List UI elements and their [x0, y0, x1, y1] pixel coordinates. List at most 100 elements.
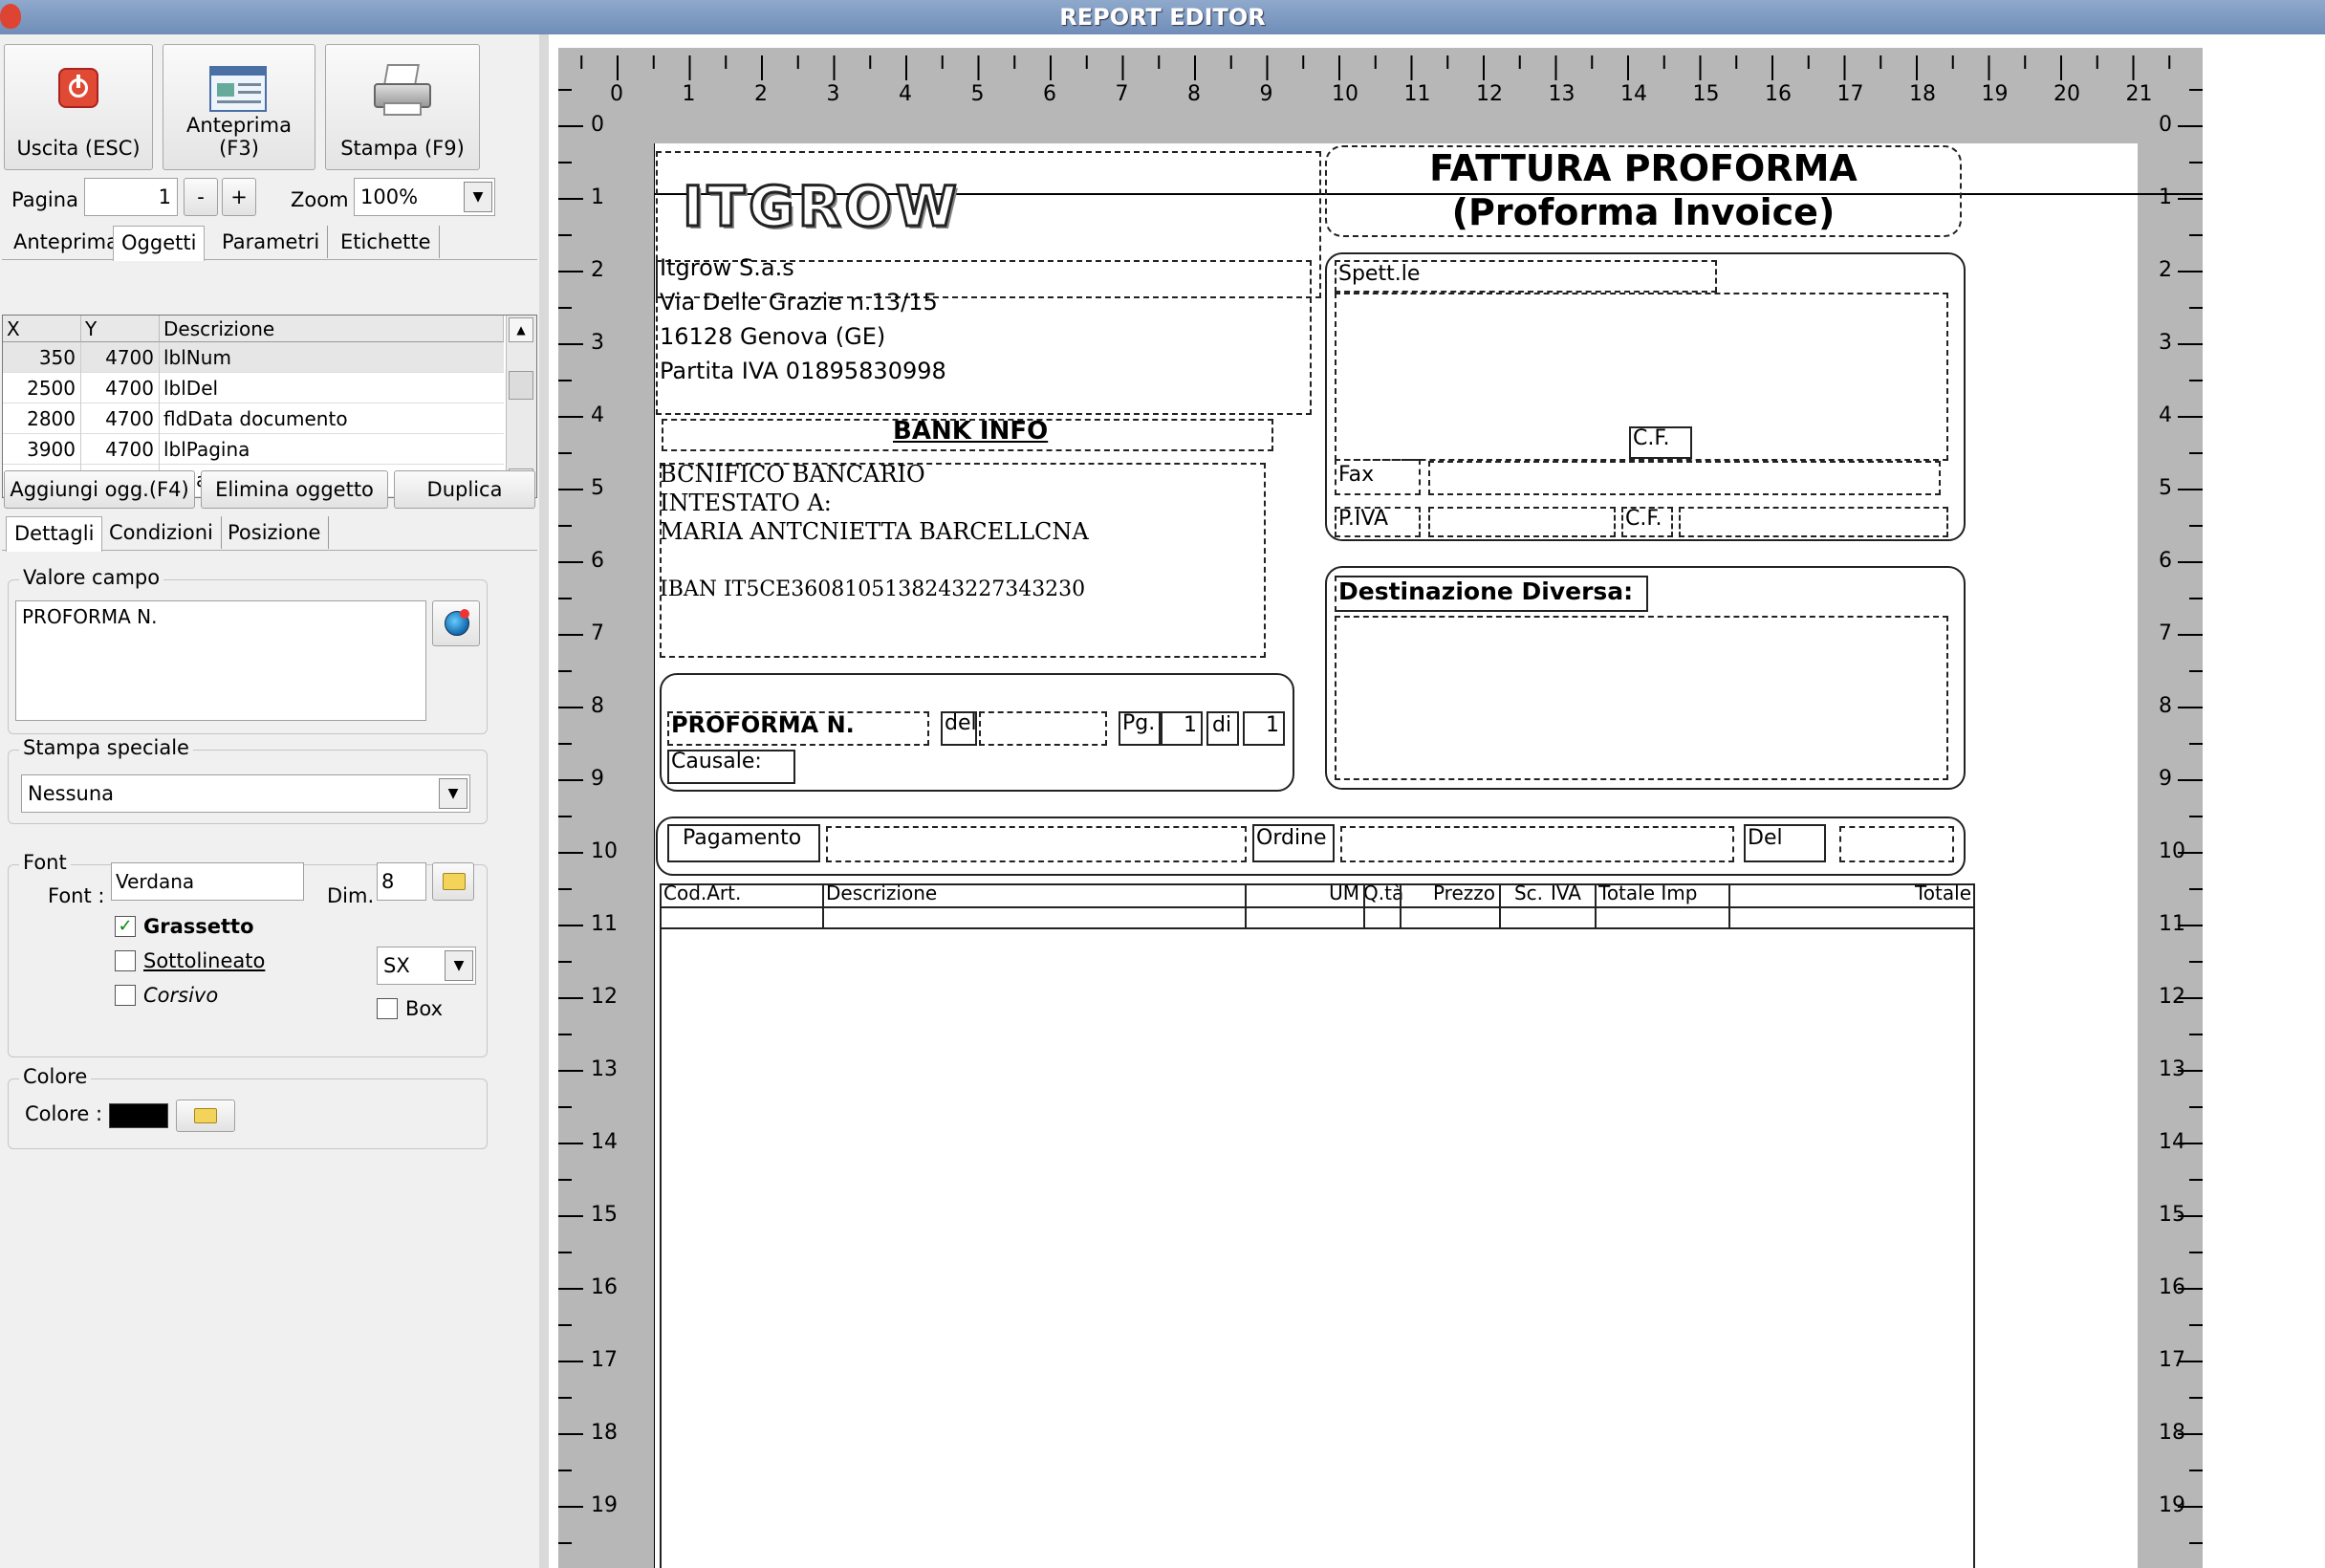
color-swatch[interactable] [109, 1103, 168, 1128]
causale-label: Causale: [671, 750, 762, 773]
items-table[interactable] [660, 883, 1975, 1568]
column-divider [1595, 883, 1597, 929]
color-label: Colore : [25, 1102, 103, 1125]
field-value-textarea[interactable]: PROFORMA N. [15, 600, 426, 721]
ruler-label: 8 [591, 694, 604, 718]
add-object-button[interactable]: Aggiungi ogg.(F4) [4, 470, 195, 509]
ruler-label: 1 [682, 82, 696, 106]
tab-etichette[interactable]: Etichette [333, 226, 440, 258]
page-next-button[interactable]: + [222, 178, 256, 216]
column-divider [1400, 883, 1402, 929]
font-name-input[interactable]: Verdana [111, 862, 304, 901]
ruler-label: 8 [1187, 82, 1201, 106]
ruler-label: 11 [2159, 912, 2185, 936]
destination-label: Destinazione Diversa: [1338, 577, 1634, 605]
ruler-label: 19 [2159, 1493, 2185, 1517]
checkmark-icon: ✓ [115, 916, 136, 937]
ruler-label: 18 [2159, 1421, 2185, 1445]
globe-icon[interactable] [432, 600, 480, 646]
document-title: FATTURA PROFORMA [1429, 147, 1858, 189]
ruler-label: 0 [2159, 113, 2172, 137]
scroll-up-icon[interactable]: ▲ [509, 317, 533, 342]
preview-button[interactable]: Anteprima (F3) [163, 44, 315, 170]
scroll-thumb[interactable] [509, 371, 533, 400]
ruler-label: 3 [2159, 331, 2172, 355]
delete-object-button[interactable]: Elimina oggetto [201, 470, 388, 509]
print-button[interactable]: Stampa (F9) [325, 44, 480, 170]
ruler-label: 9 [1259, 82, 1273, 106]
zoom-value: 100% [360, 185, 419, 208]
folder-icon[interactable] [432, 862, 474, 901]
color-title: Colore [19, 1065, 92, 1088]
company-city: 16128 Genova (GE) [660, 323, 886, 350]
tab-oggetti[interactable]: Oggetti [113, 226, 206, 261]
ruler-label: 18 [1909, 82, 1936, 106]
tab-posizione[interactable]: Posizione [220, 516, 330, 549]
total-pages-field[interactable]: 1 [1243, 711, 1285, 746]
fax-label: Fax [1338, 463, 1375, 487]
design-canvas[interactable]: 0 1 2 3 4 5 6 7 8 9 10 11 12 13 14 15 16 17 18 19 20 21 0 0 1 1 2 2… [558, 34, 2325, 1568]
tab-anteprima[interactable]: Anteprima [6, 226, 127, 258]
cf2-label: C.F. [1625, 507, 1662, 531]
zoom-label: Zoom [291, 188, 349, 211]
tab-parametri[interactable]: Parametri [214, 226, 329, 258]
fax-field[interactable] [1428, 461, 1941, 495]
di-label[interactable]: di [1206, 711, 1239, 746]
bank-title: BANK INFO [893, 417, 1049, 446]
cf2-field[interactable] [1679, 507, 1948, 537]
column-divider [1363, 883, 1365, 929]
ruler-label: 17 [1836, 82, 1864, 106]
company-vat: Partita IVA 01895830998 [660, 358, 946, 384]
ruler-label: 16 [2159, 1275, 2185, 1299]
special-print-select[interactable]: Nessuna ▼ [21, 774, 470, 813]
exit-label: Uscita (ESC) [16, 137, 141, 160]
folder-icon[interactable] [176, 1100, 235, 1132]
order-date-field[interactable] [1839, 826, 1954, 862]
align-select[interactable]: SX ▼ [377, 947, 476, 985]
column-divider [1728, 883, 1730, 929]
col-header-x[interactable]: X [3, 316, 81, 342]
ruler-label: 13 [591, 1057, 618, 1081]
app-icon [0, 4, 21, 29]
ruler-label: 2 [2159, 258, 2172, 282]
ruler-label: 10 [2159, 839, 2185, 863]
chevron-down-icon[interactable]: ▼ [439, 778, 467, 809]
tab-condizioni[interactable]: Condizioni [101, 516, 222, 549]
ruler-label: 3 [591, 331, 604, 355]
col-header-y[interactable]: Y [81, 316, 160, 342]
del2-label: Del [1748, 826, 1783, 850]
duplicate-button[interactable]: Duplica [394, 470, 535, 509]
page-prev-button[interactable]: - [184, 178, 218, 216]
chevron-down-icon[interactable]: ▼ [464, 182, 492, 212]
zoom-select[interactable]: 100% ▼ [354, 178, 495, 216]
ruler-label: 2 [754, 82, 768, 106]
date-field[interactable] [979, 711, 1107, 746]
ruler-label: 18 [591, 1421, 618, 1445]
order-field[interactable] [1340, 826, 1734, 862]
ruler-label: 6 [591, 549, 604, 573]
column-divider [822, 883, 824, 929]
field-value-title: Valore campo [19, 566, 164, 589]
tab-dettagli[interactable]: Dettagli [6, 516, 103, 552]
ruler-label: 8 [2159, 694, 2172, 718]
payment-field[interactable] [826, 826, 1247, 862]
preview-label: Anteprima (F3) [186, 114, 292, 160]
column-header: Q.tà [1363, 882, 1404, 904]
page-input[interactable]: 1 [84, 178, 178, 216]
column-header: UM [1329, 882, 1359, 904]
preview-window-icon [209, 66, 267, 112]
ruler-label: 7 [591, 621, 604, 645]
report-editor-window: REPORT EDITOR Uscita (ESC) Anteprima (F3… [0, 0, 2325, 1568]
exit-button[interactable]: Uscita (ESC) [4, 44, 153, 170]
column-header: Cod.Art. [663, 882, 742, 904]
ruler-label: 7 [1115, 82, 1129, 106]
col-header-descrizione[interactable]: Descrizione [160, 316, 504, 342]
column-header: Totale [1914, 882, 1971, 904]
piva-field[interactable] [1428, 507, 1616, 537]
font-size-input[interactable]: 8 [377, 862, 426, 901]
column-divider [1245, 883, 1247, 929]
bank-line: INTESTATO A: [660, 490, 832, 516]
chevron-down-icon[interactable]: ▼ [445, 950, 473, 981]
destination-field[interactable] [1335, 616, 1948, 780]
page-number-field[interactable]: 1 [1161, 711, 1203, 746]
